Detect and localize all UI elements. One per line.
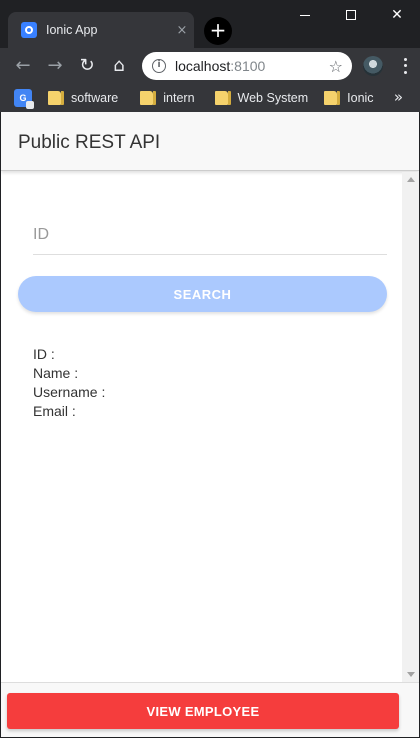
minimize-button[interactable] [282, 0, 328, 30]
bookmark-label: intern [163, 91, 195, 105]
scroll-up-icon[interactable] [407, 177, 415, 182]
forward-icon[interactable]: → [42, 53, 68, 79]
result-email-label: Email : [33, 403, 76, 419]
app-footer: VIEW EMPLOYEE [1, 682, 419, 737]
ionic-favicon-icon [21, 22, 37, 38]
employee-result: ID : Name : Username : Email : [33, 345, 105, 421]
home-icon[interactable]: ⌂ [106, 53, 132, 79]
bookmarks-bar: G software intern Web System Ionic » [0, 84, 420, 112]
browser-toolbar: ← → ↻ ⌂ i localhost:8100 ☆ [0, 48, 420, 84]
bookmark-web-system[interactable]: Web System [214, 91, 309, 105]
site-info-icon[interactable]: i [152, 59, 166, 73]
new-tab-button[interactable]: + [204, 17, 232, 45]
bookmark-intern[interactable]: intern [140, 91, 195, 105]
translate-app-icon[interactable]: G [14, 89, 34, 109]
result-id-label: ID : [33, 346, 55, 362]
result-username-label: Username : [33, 384, 106, 400]
bookmark-software[interactable]: software [48, 91, 118, 105]
search-button[interactable]: SEARCH [18, 276, 387, 312]
page-viewport: Public REST API SEARCH ID : Name : Usern… [0, 112, 420, 738]
url-port: :8100 [230, 58, 266, 74]
id-input[interactable] [33, 220, 387, 250]
window-controls: ✕ [282, 0, 420, 30]
bookmark-label: software [71, 91, 119, 105]
scroll-down-icon[interactable] [407, 672, 415, 677]
folder-icon [214, 91, 231, 105]
tab-close-icon[interactable]: × [170, 23, 194, 38]
browser-titlebar: Ionic App × + ✕ [0, 0, 420, 48]
folder-icon [140, 91, 157, 105]
scrollbar[interactable] [402, 172, 419, 682]
url-text[interactable]: localhost:8100 [175, 58, 329, 74]
id-field [33, 220, 387, 255]
window-close-button[interactable]: ✕ [374, 0, 420, 30]
address-bar[interactable]: i localhost:8100 ☆ [142, 52, 352, 80]
view-employee-button[interactable]: VIEW EMPLOYEE [7, 693, 399, 729]
maximize-icon [346, 10, 356, 20]
reload-icon[interactable]: ↻ [74, 53, 100, 79]
tab-title: Ionic App [46, 23, 98, 37]
folder-icon [48, 91, 64, 105]
bookmark-star-icon[interactable]: ☆ [329, 57, 343, 76]
url-host: localhost [175, 58, 231, 74]
minimize-icon [300, 14, 310, 16]
bookmark-ionic[interactable]: Ionic [324, 91, 374, 105]
result-name-label: Name : [33, 365, 79, 381]
app-header: Public REST API [1, 112, 419, 171]
maximize-button[interactable] [328, 0, 374, 30]
bookmark-label: Web System [237, 91, 309, 105]
profile-avatar[interactable] [363, 56, 383, 76]
back-icon[interactable]: ← [10, 53, 36, 79]
folder-icon [324, 91, 341, 105]
bookmark-label: Ionic [347, 91, 374, 105]
bookmarks-overflow-icon[interactable]: » [394, 88, 403, 106]
browser-tab[interactable]: Ionic App × [8, 12, 194, 48]
browser-menu-icon[interactable] [398, 56, 412, 76]
page-title: Public REST API [18, 132, 161, 153]
